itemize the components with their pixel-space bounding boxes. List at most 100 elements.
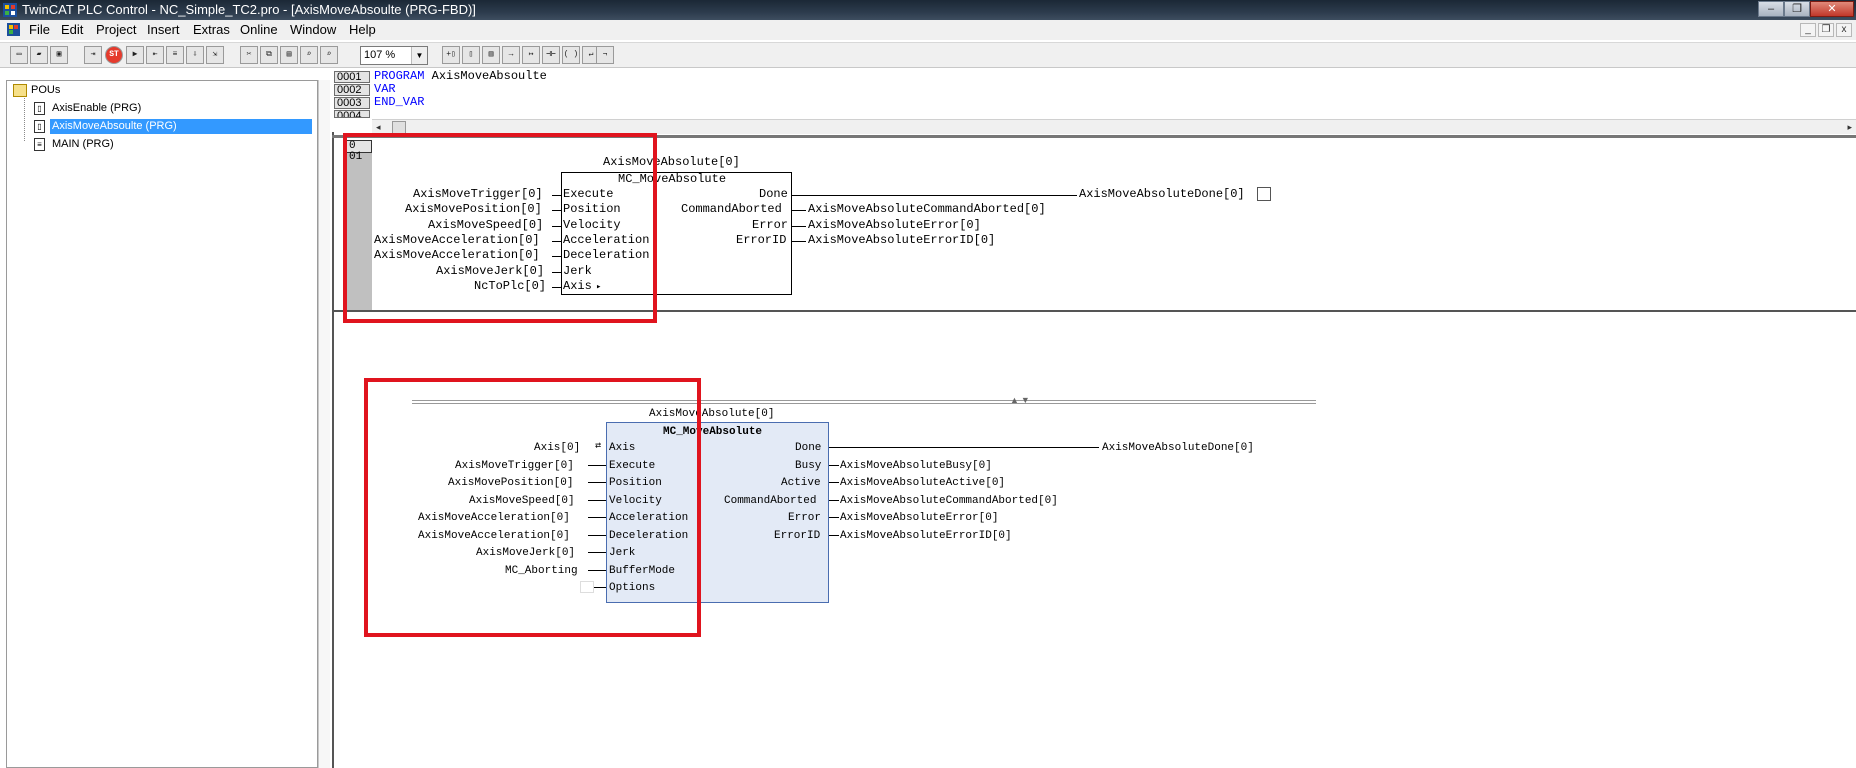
fb-pin-label: Error xyxy=(752,218,789,232)
twincat-app-icon xyxy=(3,3,17,17)
step-into-icon[interactable]: ⇲ xyxy=(206,46,224,64)
output-variable[interactable]: AxisMoveAbsoluteDone[0] xyxy=(1079,187,1245,201)
maximize-button[interactable]: ❐ xyxy=(1784,1,1810,17)
insert-contact-icon[interactable]: ⊣⊢ xyxy=(542,46,560,64)
step-icon[interactable]: ⇩ xyxy=(186,46,204,64)
tree-scrollbar[interactable] xyxy=(318,80,330,768)
output-wire xyxy=(829,447,1099,448)
output-wire xyxy=(792,226,806,227)
menu-file[interactable]: File xyxy=(29,22,50,37)
fb-pin-label: ErrorID xyxy=(736,233,787,247)
menu-extras[interactable]: Extras xyxy=(193,22,230,37)
zoom-value: 107 % xyxy=(364,49,396,61)
pou-icon: ▯ xyxy=(34,120,45,133)
fb-pin-label: CommandAborted xyxy=(724,495,817,507)
fb-pin-label: Done xyxy=(759,187,788,201)
line-number: 0003 xyxy=(334,97,370,109)
tree-item-label: AxisEnable (PRG) xyxy=(52,102,142,114)
fb-pin-label: Error xyxy=(788,512,822,524)
code-line[interactable]: PROGRAM AxisMoveAbsoulte xyxy=(374,70,547,83)
tree-connector xyxy=(24,95,25,141)
folder-icon xyxy=(13,84,27,97)
output-variable: AxisMoveAbsoluteErrorID[0] xyxy=(840,530,1012,542)
breakpoint-icon[interactable]: ≡ xyxy=(166,46,184,64)
negate-icon[interactable]: ¬ xyxy=(596,46,614,64)
pou-tree: POUs ▯ AxisEnable (PRG) ▯ AxisMoveAbsoul… xyxy=(6,80,318,768)
menu-insert[interactable]: Insert xyxy=(147,22,180,37)
output-variable: AxisMoveAbsoluteError[0] xyxy=(840,512,999,524)
output-variable[interactable]: AxisMoveAbsoluteErrorID[0] xyxy=(808,233,995,247)
toolbar: ▭ ▰ ▣ ⇥ ST ▶ ⇤ ≡ ⇩ ⇲ ✂ ⧉ ▤ ⌕ ⌕ 107 % ▼ +… xyxy=(0,42,1856,68)
scroll-right-icon[interactable]: ▸ xyxy=(1847,120,1852,134)
cut-icon[interactable]: ✂ xyxy=(240,46,258,64)
mdi-restore-button[interactable]: ❐ xyxy=(1818,23,1834,37)
find-icon[interactable]: ⌕ xyxy=(300,46,318,64)
output-variable: AxisMoveAbsoluteCommandAborted[0] xyxy=(840,495,1058,507)
keyword: VAR xyxy=(374,82,396,96)
menu-online[interactable]: Online xyxy=(240,22,278,37)
window-title: TwinCAT PLC Control - NC_Simple_TC2.pro … xyxy=(22,2,476,17)
title-bar: TwinCAT PLC Control - NC_Simple_TC2.pro … xyxy=(0,0,1856,20)
fb-pin-label: Active xyxy=(781,477,821,489)
tree-item-label: AxisMoveAbsoulte (PRG) xyxy=(50,119,312,134)
insert-label-icon[interactable]: ▯ xyxy=(462,46,480,64)
document-icon xyxy=(7,23,20,36)
line-number: 0004 xyxy=(334,110,370,118)
mdi-close-button[interactable]: x xyxy=(1836,23,1852,37)
output-box[interactable] xyxy=(1257,187,1271,201)
scroll-left-icon[interactable]: ◂ xyxy=(376,120,381,134)
tree-root-label: POUs xyxy=(31,84,61,96)
paste-icon[interactable]: ▤ xyxy=(280,46,298,64)
output-wire xyxy=(829,535,839,536)
login-icon[interactable]: ⇥ xyxy=(84,46,102,64)
insert-network-icon[interactable]: +▯ xyxy=(442,46,460,64)
line-number: 0002 xyxy=(334,84,370,96)
menu-help[interactable]: Help xyxy=(349,22,376,37)
save-icon[interactable]: ▣ xyxy=(50,46,68,64)
document-icon: ≡ xyxy=(34,138,45,151)
open-folder-icon[interactable]: ▰ xyxy=(30,46,48,64)
copy-icon[interactable]: ⧉ xyxy=(260,46,278,64)
mdi-minimize-button[interactable]: _ xyxy=(1800,23,1816,37)
output-variable[interactable]: AxisMoveAbsoluteCommandAborted[0] xyxy=(808,202,1046,216)
fb-pin-label: Busy xyxy=(795,460,822,472)
output-variable[interactable]: AxisMoveAbsoluteError[0] xyxy=(808,218,981,232)
logout-icon[interactable]: ⇤ xyxy=(146,46,164,64)
declaration-hscrollbar[interactable]: ◂ ▸ xyxy=(372,119,1856,134)
stop-icon[interactable]: ST xyxy=(105,46,123,64)
menu-edit[interactable]: Edit xyxy=(61,22,83,37)
keyword: PROGRAM xyxy=(374,69,425,83)
zoom-select[interactable]: 107 % ▼ xyxy=(360,46,428,65)
output-wire xyxy=(792,195,1077,196)
output-wire xyxy=(829,465,839,466)
insert-box-icon[interactable]: ▥ xyxy=(482,46,500,64)
code-line[interactable]: END_VAR xyxy=(374,96,424,109)
menu-window[interactable]: Window xyxy=(290,22,336,37)
resize-handle-icon: ▲▼ xyxy=(1010,395,1032,405)
menu-project[interactable]: Project xyxy=(96,22,136,37)
output-wire xyxy=(792,241,806,242)
minimize-button[interactable]: – xyxy=(1758,1,1784,17)
output-variable: AxisMoveAbsoluteActive[0] xyxy=(840,477,1006,489)
highlight-box-reference-inputs xyxy=(364,378,701,637)
pou-icon: ▯ xyxy=(34,102,45,115)
fb-pin-label: Done xyxy=(795,442,822,454)
output-wire xyxy=(829,517,839,518)
new-file-icon[interactable]: ▭ xyxy=(10,46,28,64)
output-variable: AxisMoveAbsoluteDone[0] xyxy=(1102,442,1254,454)
close-button[interactable]: ✕ xyxy=(1810,1,1854,17)
insert-coil-icon[interactable]: ( ) xyxy=(562,46,580,64)
output-wire xyxy=(829,482,839,483)
output-variable: AxisMoveAbsoluteBusy[0] xyxy=(840,460,992,472)
highlight-box-network-inputs xyxy=(343,133,657,323)
output-wire xyxy=(792,210,806,211)
chevron-down-icon[interactable]: ▼ xyxy=(411,47,427,64)
find-next-icon[interactable]: ⌕ xyxy=(320,46,338,64)
fb-pin-label: ErrorID xyxy=(774,530,821,542)
run-icon[interactable]: ▶ xyxy=(126,46,144,64)
insert-input-icon[interactable]: → xyxy=(502,46,520,64)
insert-output-icon[interactable]: ↦ xyxy=(522,46,540,64)
tree-item-label: MAIN (PRG) xyxy=(52,138,114,150)
keyword: END_VAR xyxy=(374,95,425,109)
menu-bar: File Edit Project Insert Extras Online W… xyxy=(0,20,1856,40)
